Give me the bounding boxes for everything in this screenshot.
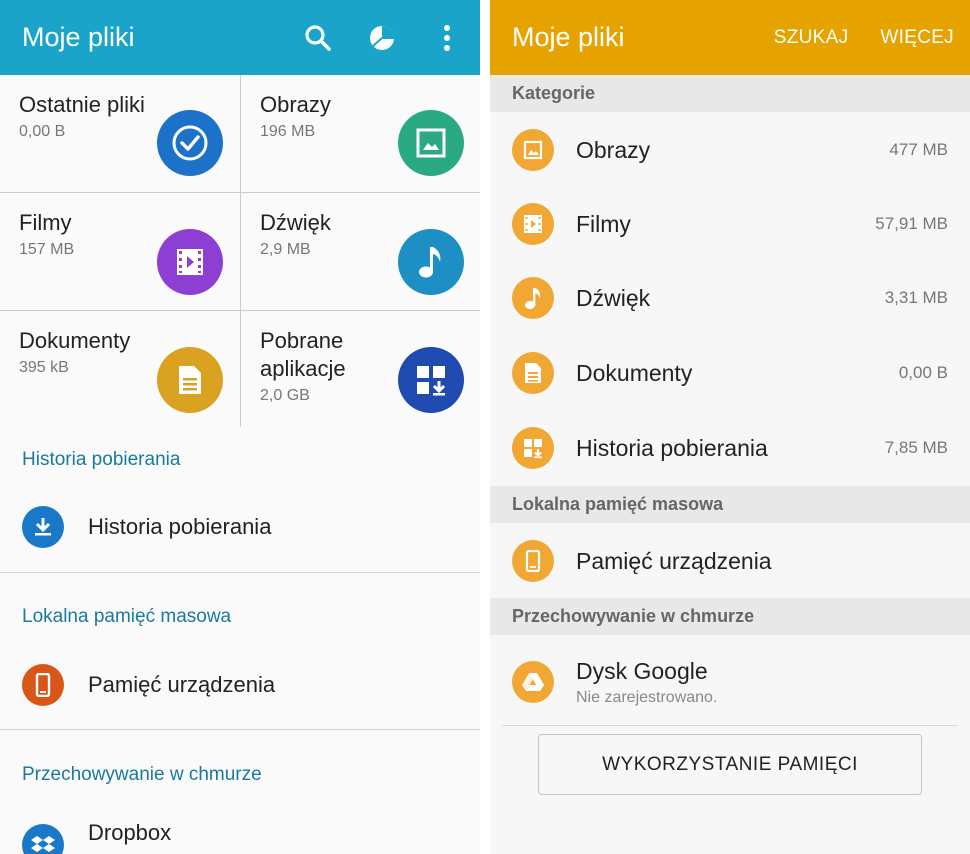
section-header-local-storage: Lokalna pamięć masowa — [490, 486, 970, 523]
dropbox-item[interactable]: Dropbox — [0, 820, 480, 854]
section-header-categories: Kategorie — [490, 75, 970, 112]
music-note-icon — [398, 229, 464, 295]
category-videos[interactable]: Filmy 57,91 MB — [490, 187, 970, 261]
app-title: Moje pliki — [512, 22, 625, 52]
category-documents[interactable]: Dokumenty 0,00 B — [490, 336, 970, 410]
section-local-storage: Lokalna pamięć masowa — [0, 606, 480, 628]
item-text: Dysk Google Nie zarejestrowano. — [576, 658, 970, 707]
category-name: Dokumenty — [576, 359, 693, 386]
document-icon — [512, 352, 554, 394]
item-subtitle: Nie zarejestrowano. — [576, 688, 718, 706]
divider — [0, 572, 480, 573]
search-button[interactable]: SZUKAJ — [758, 0, 865, 75]
item-label: Pamięć urządzenia — [88, 672, 276, 697]
category-size: 3,31 MB — [884, 288, 948, 307]
category-grid: Ostatnie pliki 0,00 B Obrazy 196 MB Film… — [0, 75, 480, 429]
download-history-item[interactable]: Historia pobierania — [0, 505, 480, 549]
tile-images[interactable]: Obrazy 196 MB — [241, 75, 480, 192]
image-icon — [512, 129, 554, 171]
device-storage-item[interactable]: Pamięć urządzenia — [490, 524, 970, 598]
item-label: Dropbox — [88, 820, 172, 845]
category-name: Filmy — [576, 210, 631, 237]
apps-download-icon — [512, 427, 554, 469]
recent-clock-icon — [157, 110, 223, 176]
download-icon — [22, 506, 64, 548]
tile-audio[interactable]: Dźwięk 2,9 MB — [241, 193, 480, 310]
category-images[interactable]: Obrazy 477 MB — [490, 113, 970, 187]
category-size: 7,85 MB — [884, 438, 948, 457]
tile-name: Ostatnie pliki — [19, 92, 145, 117]
item-label: Pamięć urządzenia — [576, 547, 772, 574]
dropbox-icon — [22, 824, 64, 854]
tile-documents[interactable]: Dokumenty 395 kB — [0, 311, 240, 429]
section-header: Przechowywanie w chmurze — [22, 764, 262, 785]
category-size: 57,91 MB — [875, 214, 948, 233]
item-label: Historia pobierania — [88, 514, 272, 539]
tile-name: Filmy — [19, 210, 72, 235]
document-icon — [157, 347, 223, 413]
video-icon — [512, 203, 554, 245]
tile-name: Dźwięk — [260, 210, 331, 235]
storage-pie-icon[interactable] — [350, 0, 414, 75]
section-header: Lokalna pamięć masowa — [22, 606, 232, 627]
category-audio[interactable]: Dźwięk 3,31 MB — [490, 261, 970, 335]
right-screen: Moje pliki SZUKAJ WIĘCEJ Kategorie Obraz… — [490, 0, 970, 854]
app-title: Moje pliki — [22, 22, 135, 52]
category-name: Historia pobierania — [576, 434, 768, 461]
section-header: Historia pobierania — [22, 449, 181, 470]
app-bar: Moje pliki — [0, 0, 480, 75]
tile-recent-files[interactable]: Ostatnie pliki 0,00 B — [0, 75, 240, 192]
apps-download-icon — [398, 347, 464, 413]
tile-name: Dokumenty — [19, 328, 131, 353]
category-size: 477 MB — [889, 140, 948, 159]
section-header-cloud: Przechowywanie w chmurze — [490, 598, 970, 635]
more-button[interactable]: WIĘCEJ — [864, 0, 970, 75]
phone-icon — [22, 664, 64, 706]
image-icon — [398, 110, 464, 176]
category-download-history[interactable]: Historia pobierania 7,85 MB — [490, 411, 970, 485]
phone-icon — [512, 540, 554, 582]
section-downloads: Historia pobierania — [0, 449, 480, 471]
tile-name: Obrazy — [260, 92, 331, 117]
tile-videos[interactable]: Filmy 157 MB — [0, 193, 240, 310]
more-vert-icon[interactable] — [414, 0, 480, 75]
device-storage-item[interactable]: Pamięć urządzenia — [0, 663, 480, 707]
music-note-icon — [512, 277, 554, 319]
divider — [0, 729, 480, 730]
google-drive-icon — [512, 661, 554, 703]
left-screen: Moje pliki Ostatnie pliki 0,00 B Obrazy … — [0, 0, 480, 854]
app-bar: Moje pliki SZUKAJ WIĘCEJ — [490, 0, 970, 75]
category-name: Obrazy — [576, 136, 651, 163]
storage-usage-button[interactable]: WYKORZYSTANIE PAMIĘCI — [538, 734, 922, 795]
video-icon — [157, 229, 223, 295]
category-name: Dźwięk — [576, 284, 651, 311]
item-label: Dysk Google — [576, 657, 708, 684]
tile-downloaded-apps[interactable]: Pobrane aplikacje 2,0 GB — [241, 311, 480, 429]
search-icon[interactable] — [286, 0, 350, 75]
tile-name: Pobrane aplikacje — [260, 328, 346, 381]
google-drive-item[interactable]: Dysk Google Nie zarejestrowano. — [490, 642, 970, 722]
category-size: 0,00 B — [898, 363, 948, 382]
section-cloud: Przechowywanie w chmurze — [0, 764, 480, 786]
divider — [502, 725, 958, 726]
